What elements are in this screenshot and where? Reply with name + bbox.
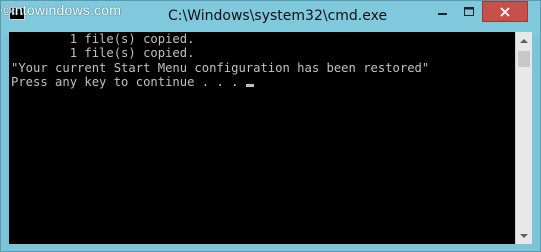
close-button[interactable]	[482, 1, 528, 22]
minimize-button[interactable]	[430, 1, 456, 22]
scroll-down-button[interactable]	[516, 227, 532, 244]
console-line: 1 file(s) copied.	[11, 32, 195, 46]
scroll-thumb[interactable]	[518, 51, 530, 67]
window-title: C:\Windows\system32\cmd.exe	[168, 8, 388, 24]
scroll-up-button[interactable]	[516, 32, 532, 49]
close-icon	[500, 6, 510, 17]
scroll-down-arrow-icon	[520, 233, 528, 238]
scroll-up-arrow-icon	[520, 38, 528, 43]
console-line: Press any key to continue . . .	[11, 75, 246, 90]
minimize-icon	[438, 12, 447, 15]
console-line: 1 file(s) copied.	[11, 46, 195, 61]
console-text: 1 file(s) copied. 1 file(s) copied. "You…	[11, 32, 511, 90]
maximize-button[interactable]	[456, 1, 482, 22]
cmd-window: C:\. ©intowindows.com C:\Windows\system3…	[0, 0, 541, 252]
watermark: ©intowindows.com	[1, 2, 122, 18]
title-bar[interactable]: C:\. ©intowindows.com C:\Windows\system3…	[1, 1, 540, 35]
console-line: "Your current Start Menu configuration h…	[11, 60, 430, 75]
maximize-icon	[464, 6, 474, 16]
console-output-area[interactable]: 1 file(s) copied. 1 file(s) copied. "You…	[9, 32, 532, 244]
vertical-scrollbar[interactable]	[515, 32, 532, 244]
text-cursor	[245, 84, 254, 88]
